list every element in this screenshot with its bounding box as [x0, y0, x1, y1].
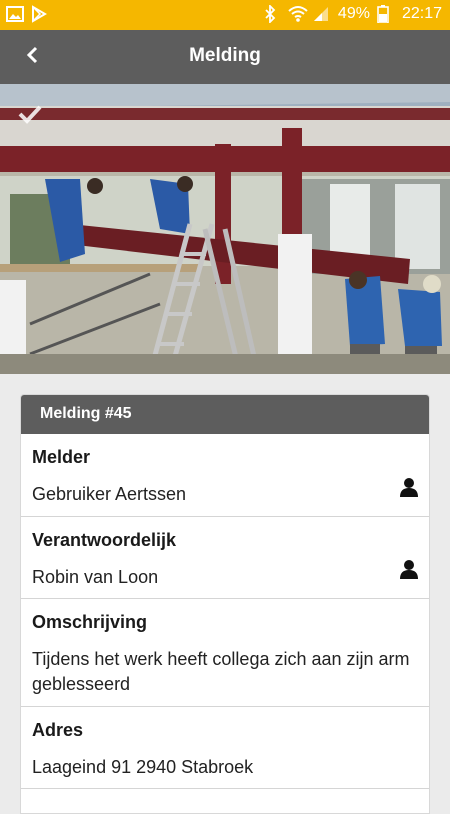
- signal-icon: [313, 5, 331, 23]
- melder-value: Gebruiker Aertssen: [32, 484, 187, 504]
- battery-percent: 49%: [337, 5, 370, 22]
- person-icon[interactable]: [399, 559, 419, 584]
- melder-label: Melder: [32, 447, 91, 467]
- omschrijving-label: Omschrijving: [32, 612, 148, 632]
- clock: 22:17: [401, 5, 442, 22]
- verantwoordelijk-section: Verantwoordelijk Robin van Loon: [21, 517, 429, 599]
- verantwoordelijk-value: Robin van Loon: [32, 567, 159, 587]
- app-bar: Melding: [0, 30, 450, 84]
- bluetooth-icon: [263, 3, 281, 25]
- image-icon: [6, 5, 24, 23]
- person-icon[interactable]: [399, 477, 419, 502]
- incident-card: Melding #45 Melder Gebruiker Aertssen Ve…: [20, 394, 430, 814]
- adres-value: Laageind 91 2940 Stabroek: [32, 757, 254, 777]
- wifi-icon: [288, 5, 308, 23]
- check-icon: [18, 104, 42, 124]
- status-bar: 49% 22:17: [0, 0, 450, 30]
- play-store-icon: [30, 5, 48, 23]
- omschrijving-section: Omschrijving Tijdens het werk heeft coll…: [21, 599, 429, 707]
- incident-photo: [0, 84, 450, 374]
- verantwoordelijk-label: Verantwoordelijk: [32, 530, 177, 550]
- omschrijving-value: Tijdens het werk heeft collega zich aan …: [32, 649, 410, 694]
- page-title: Melding: [189, 45, 261, 66]
- battery-icon: [377, 5, 395, 24]
- card-header: Melding #45: [21, 395, 429, 434]
- melder-section: Melder Gebruiker Aertssen: [21, 434, 429, 517]
- adres-section: Adres Laageind 91 2940 Stabroek: [21, 707, 429, 789]
- adres-label: Adres: [32, 720, 84, 740]
